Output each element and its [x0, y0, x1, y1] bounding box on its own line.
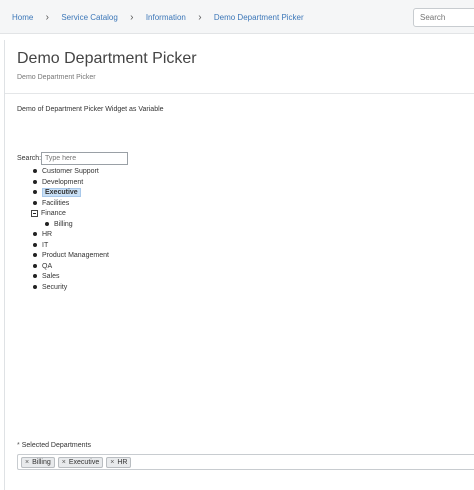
bullet-icon [33, 242, 37, 247]
tree-node[interactable]: HR [31, 230, 109, 241]
selected-departments-label-text: Selected Departments [21, 442, 91, 449]
tree-node[interactable]: IT [31, 241, 109, 252]
tree-node-label: Executive [42, 188, 81, 197]
bullet-icon [33, 169, 37, 174]
tree-node-selected[interactable]: Executive [31, 188, 109, 199]
divider [5, 93, 474, 94]
bullet-icon [33, 200, 37, 205]
collapse-icon[interactable] [31, 209, 38, 217]
department-chip: × Billing [21, 456, 55, 468]
tree-node-label: Security [42, 283, 68, 291]
tree-node-label: Sales [42, 273, 60, 280]
department-chip: × HR [106, 456, 132, 468]
bullet-icon [33, 190, 37, 195]
top-bar: Home › Service Catalog › Information › D… [0, 0, 474, 34]
tree-node-label: QA [42, 262, 53, 270]
tree-node[interactable]: Sales [31, 272, 109, 283]
tree-node-label: HR [42, 231, 53, 238]
page-subtitle: Demo Department Picker [17, 74, 96, 81]
tree-node[interactable]: QA [31, 262, 109, 273]
tree-node-label: Billing [54, 220, 73, 228]
bullet-icon [33, 179, 37, 184]
breadcrumb: Home › Service Catalog › Information › D… [12, 12, 304, 23]
chip-label: Billing [32, 458, 51, 466]
picker-search-input[interactable] [41, 152, 128, 165]
department-chip: × Executive [57, 456, 104, 468]
item-description: Demo of Department Picker Widget as Vari… [17, 106, 164, 113]
chip-label: Executive [68, 458, 100, 466]
tree-node-label: Facilities [42, 199, 70, 207]
breadcrumb-information[interactable]: Information [146, 13, 186, 22]
bullet-icon [45, 221, 49, 226]
bullet-icon [33, 263, 37, 268]
tree-node-label: Customer Support [42, 168, 99, 175]
page-title: Demo Department Picker [17, 50, 197, 67]
remove-icon[interactable]: × [110, 459, 114, 466]
breadcrumb-separator-icon: › [130, 12, 134, 23]
remove-icon[interactable]: × [62, 459, 66, 466]
tree-node-label: Development [42, 178, 84, 186]
picker-search-label: Search: [17, 155, 42, 162]
breadcrumb-separator-icon: › [45, 12, 50, 23]
breadcrumb-service-catalog[interactable]: Service Catalog [61, 13, 117, 22]
breadcrumb-current-page[interactable]: Demo Department Picker [214, 13, 304, 22]
tree-node-child[interactable]: Billing [31, 220, 109, 231]
bullet-icon [33, 253, 37, 258]
breadcrumb-home[interactable]: Home [12, 13, 33, 22]
breadcrumb-separator-icon: › [198, 12, 202, 23]
required-marker: * [17, 442, 20, 449]
tree-node-label: Product Management [42, 252, 109, 259]
tree-node-expanded[interactable]: Finance [31, 209, 109, 220]
remove-icon[interactable]: × [25, 459, 29, 466]
tree-node-label: IT [42, 241, 49, 249]
bullet-icon [33, 232, 37, 237]
selected-departments-label: * Selected Departments [17, 442, 91, 449]
catalog-item-panel: Demo Department Picker Demo Department P… [4, 40, 474, 490]
bullet-icon [33, 284, 37, 289]
department-tree: Customer Support Development Executive F… [31, 167, 109, 293]
selected-departments-field[interactable]: × Billing × Executive × HR [17, 454, 474, 470]
tree-node[interactable]: Product Management [31, 251, 109, 262]
tree-node[interactable]: Security [31, 283, 109, 294]
header-search-input[interactable] [413, 8, 474, 27]
tree-node-label: Finance [41, 210, 66, 217]
tree-node[interactable]: Customer Support [31, 167, 109, 178]
chip-label: HR [117, 458, 128, 466]
tree-node[interactable]: Development [31, 178, 109, 189]
tree-node[interactable]: Facilities [31, 199, 109, 210]
bullet-icon [33, 274, 37, 279]
